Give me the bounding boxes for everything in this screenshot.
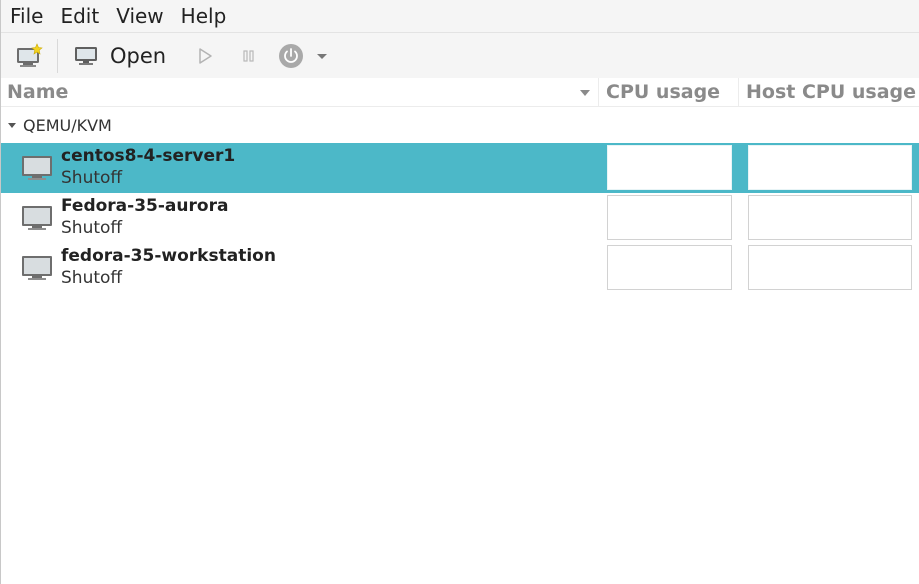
pause-button[interactable] (232, 37, 266, 75)
menu-help[interactable]: Help (172, 0, 235, 32)
run-button[interactable] (188, 37, 222, 75)
toolbar: Open (1, 32, 919, 79)
shutdown-menu-button[interactable] (312, 37, 332, 75)
vm-row[interactable]: Fedora-35-aurora Shutoff (1, 193, 919, 243)
new-vm-button[interactable] (7, 37, 51, 75)
vm-row[interactable]: fedora-35-workstation Shutoff (1, 243, 919, 293)
toolbar-separator (57, 39, 58, 73)
open-button[interactable]: Open (66, 37, 172, 75)
vm-name: centos8-4-server1 (61, 146, 236, 166)
vm-row[interactable]: centos8-4-server1 Shutoff (1, 143, 919, 193)
menu-edit[interactable]: Edit (51, 0, 107, 32)
host-cpu-usage-graph (748, 195, 912, 240)
play-icon (199, 48, 212, 64)
monitor-icon (75, 47, 97, 65)
chevron-down-icon (317, 54, 328, 59)
vm-name: Fedora-35-aurora (61, 196, 229, 216)
column-header-name[interactable]: Name (7, 78, 597, 106)
vm-monitor-icon (22, 206, 52, 230)
menu-view[interactable]: View (107, 0, 171, 32)
vm-monitor-icon (22, 256, 52, 280)
expander-down-icon[interactable] (7, 121, 17, 129)
column-header-host-cpu[interactable]: Host CPU usage (738, 78, 919, 106)
cpu-usage-graph (607, 145, 732, 190)
new-vm-icon (17, 43, 43, 67)
vm-status: Shutoff (61, 218, 123, 238)
pause-icon (243, 50, 254, 62)
host-cpu-usage-graph (748, 145, 912, 190)
menu-file[interactable]: File (1, 0, 51, 32)
vm-status: Shutoff (61, 168, 123, 188)
column-host-cpu-label: Host CPU usage (746, 81, 917, 103)
connection-group-row[interactable]: QEMU/KVM (1, 110, 919, 140)
vm-status: Shutoff (61, 268, 123, 288)
vm-monitor-icon (22, 156, 52, 180)
cpu-usage-graph (607, 195, 732, 240)
menu-bar: File Edit View Help (1, 0, 919, 32)
shutdown-button[interactable] (274, 37, 308, 75)
list-header: Name CPU usage Host CPU usage (1, 78, 919, 107)
power-icon (279, 44, 304, 68)
connection-label: QEMU/KVM (23, 115, 112, 135)
vm-name: fedora-35-workstation (61, 246, 276, 266)
sort-down-icon[interactable] (579, 89, 591, 97)
open-label: Open (110, 44, 167, 68)
virt-manager-window: File Edit View Help Open Name CPU usage … (0, 0, 919, 584)
column-name-label: Name (7, 81, 69, 103)
column-header-cpu[interactable]: CPU usage (598, 78, 738, 106)
cpu-usage-graph (607, 245, 732, 290)
column-cpu-label: CPU usage (606, 81, 721, 103)
host-cpu-usage-graph (748, 245, 912, 290)
